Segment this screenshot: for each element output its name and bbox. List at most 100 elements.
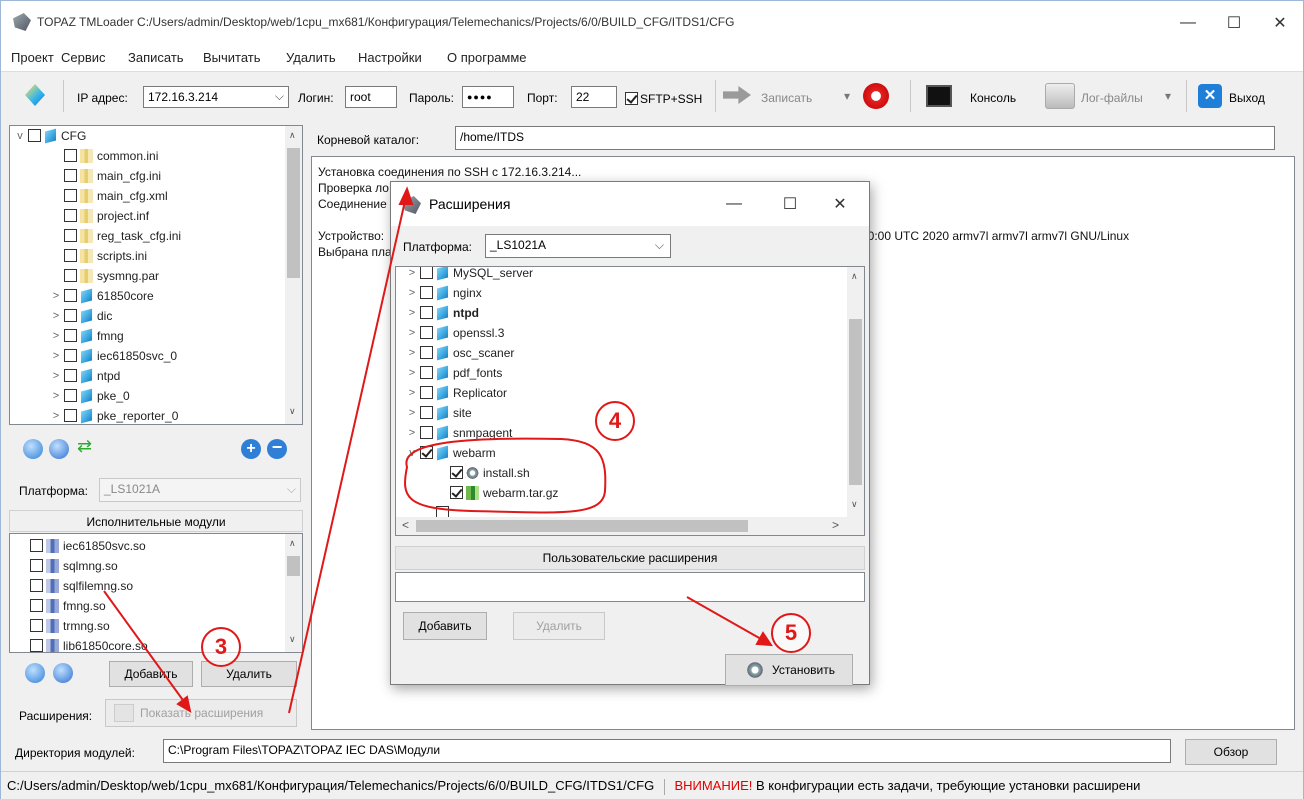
ip-combobox[interactable]: 172.16.3.214 ⌵	[143, 86, 289, 108]
scroll-thumb[interactable]	[287, 556, 300, 576]
refresh-icon[interactable]: ⇄	[77, 436, 92, 457]
tree-item[interactable]: main_cfg.ini	[50, 168, 161, 188]
tree-item[interactable]: v CFG	[14, 128, 86, 148]
port-field[interactable]: 22	[571, 86, 617, 108]
tree-checkbox[interactable]	[64, 149, 77, 163]
stop-icon[interactable]	[863, 83, 889, 109]
tree-scrollbar[interactable]: ∧ ∨	[285, 126, 302, 424]
install-button[interactable]: Установить	[725, 654, 853, 686]
scroll-up-icon[interactable]: ∧	[289, 130, 296, 141]
module-item[interactable]: sqlmng.so	[30, 558, 118, 578]
extension-item[interactable]: > snmpagent	[406, 425, 512, 445]
log-files-icon[interactable]	[1045, 83, 1075, 109]
expand-arrow-icon[interactable]: >	[406, 287, 418, 299]
scroll-up-icon[interactable]: ∧	[851, 271, 858, 282]
exit-button-label[interactable]: Выход	[1229, 91, 1265, 105]
expand-arrow-icon[interactable]: >	[406, 367, 418, 379]
tree-item[interactable]: > ntpd	[50, 368, 120, 388]
scroll-right-icon[interactable]: >	[832, 518, 839, 532]
extension-checkbox[interactable]	[420, 267, 433, 280]
expand-arrow-icon[interactable]: v	[14, 130, 26, 142]
sftp-checkbox[interactable]: SFTP+SSH	[625, 91, 702, 106]
tree-item[interactable]: main_cfg.xml	[50, 188, 168, 208]
extension-checkbox[interactable]	[420, 346, 433, 360]
tree-item[interactable]: project.inf	[50, 208, 149, 228]
extensions-scrollbar[interactable]: ∧ ∨	[847, 267, 864, 517]
extension-checkbox[interactable]	[420, 406, 433, 420]
expand-arrow-icon[interactable]: >	[406, 307, 418, 319]
tree-item[interactable]: > iec61850svc_0	[50, 348, 177, 368]
extension-item[interactable]: install.sh	[436, 465, 530, 485]
dropdown-arrow-icon[interactable]: ▾	[1165, 89, 1171, 103]
expand-arrow-icon[interactable]: >	[50, 370, 62, 382]
tree-checkbox[interactable]	[64, 209, 77, 223]
tree-checkbox[interactable]	[64, 309, 77, 323]
tree-checkbox[interactable]	[64, 369, 77, 383]
module-item[interactable]: sqlfilemng.so	[30, 578, 133, 598]
exit-icon[interactable]: ✕	[1198, 84, 1222, 108]
tree-item[interactable]: > pke_reporter_0	[50, 408, 178, 424]
dialog-close-button[interactable]: ✕	[817, 182, 863, 226]
extension-checkbox[interactable]	[420, 326, 433, 340]
tree-item[interactable]: >61850core	[50, 288, 154, 308]
uncheck-all-icon[interactable]	[53, 663, 73, 683]
expand-arrow-icon[interactable]: >	[50, 290, 62, 302]
expand-arrow-icon[interactable]: >	[406, 347, 418, 359]
extensions-tree[interactable]: > MySQL_server > nginx > ntpd > openssl.3 > osc_s…	[395, 266, 865, 536]
log-files-button-label[interactable]: Лог-файлы	[1081, 91, 1143, 105]
menu-settings[interactable]: Настройки	[358, 50, 422, 65]
scroll-down-icon[interactable]: ∨	[289, 406, 296, 417]
menu-delete[interactable]: Удалить	[286, 50, 336, 65]
dialog-minimize-button[interactable]: —	[711, 182, 757, 226]
dialog-maximize-button[interactable]: ☐	[767, 182, 813, 226]
tree-checkbox[interactable]	[64, 329, 77, 343]
module-checkbox[interactable]	[30, 639, 43, 652]
tree-item[interactable]: > fmng	[50, 328, 124, 348]
modules-dir-field[interactable]: C:\Program Files\TOPAZ\TOPAZ IEC DAS\Мод…	[163, 739, 1171, 763]
scroll-up-icon[interactable]: ∧	[289, 538, 296, 549]
expand-arrow-icon[interactable]: >	[50, 390, 62, 402]
project-tree[interactable]: v CFG common.ini main_cfg.ini main_cfg.xml pr…	[9, 125, 303, 425]
extension-item[interactable]: > osc_scaner	[406, 345, 514, 365]
module-checkbox[interactable]	[30, 599, 43, 613]
extension-checkbox[interactable]	[420, 306, 433, 320]
extension-item[interactable]: v webarm	[406, 445, 496, 465]
show-extensions-button[interactable]: Показать расширения	[105, 699, 297, 727]
login-field[interactable]: root	[345, 86, 397, 108]
module-item[interactable]: iec61850svc.so	[30, 538, 146, 558]
module-item[interactable]: fmng.so	[30, 598, 106, 618]
scroll-thumb[interactable]	[287, 148, 300, 278]
menu-about[interactable]: О программе	[447, 50, 527, 65]
extension-item[interactable]: > nginx	[406, 285, 482, 305]
minimize-button[interactable]: —	[1165, 1, 1211, 45]
check-all-icon[interactable]	[25, 663, 45, 683]
check-all-icon[interactable]	[23, 439, 43, 459]
menu-write[interactable]: Записать	[128, 50, 184, 65]
extensions-hscrollbar[interactable]: < >	[396, 517, 864, 535]
tree-checkbox[interactable]	[64, 409, 77, 423]
console-button-label[interactable]: Консоль	[970, 91, 1016, 105]
tree-checkbox[interactable]	[64, 349, 77, 363]
tree-checkbox[interactable]	[64, 249, 77, 263]
browse-button[interactable]: Обзор	[1185, 739, 1277, 765]
expand-arrow-icon[interactable]: >	[406, 387, 418, 399]
expand-arrow-icon[interactable]: >	[406, 327, 418, 339]
tree-checkbox[interactable]	[64, 229, 77, 243]
modules-scrollbar[interactable]: ∧ ∨	[285, 534, 302, 652]
expand-arrow-icon[interactable]: >	[50, 330, 62, 342]
maximize-button[interactable]: ☐	[1211, 1, 1257, 45]
module-item[interactable]: trmng.so	[30, 618, 110, 638]
tree-checkbox[interactable]	[64, 389, 77, 403]
tree-item[interactable]: > pke_0	[50, 388, 130, 408]
scroll-left-icon[interactable]: <	[402, 518, 409, 532]
expand-arrow-icon[interactable]: >	[50, 310, 62, 322]
expand-arrow-icon[interactable]: >	[406, 407, 418, 419]
extension-checkbox[interactable]	[420, 386, 433, 400]
tree-checkbox[interactable]	[64, 169, 77, 183]
expand-arrow-icon[interactable]: >	[406, 427, 418, 439]
module-checkbox[interactable]	[30, 579, 43, 593]
extension-item[interactable]: > ntpd	[406, 305, 479, 325]
uncheck-all-icon[interactable]	[49, 439, 69, 459]
add-module-button[interactable]: Добавить	[109, 661, 193, 687]
expand-arrow-icon[interactable]: >	[406, 267, 418, 279]
